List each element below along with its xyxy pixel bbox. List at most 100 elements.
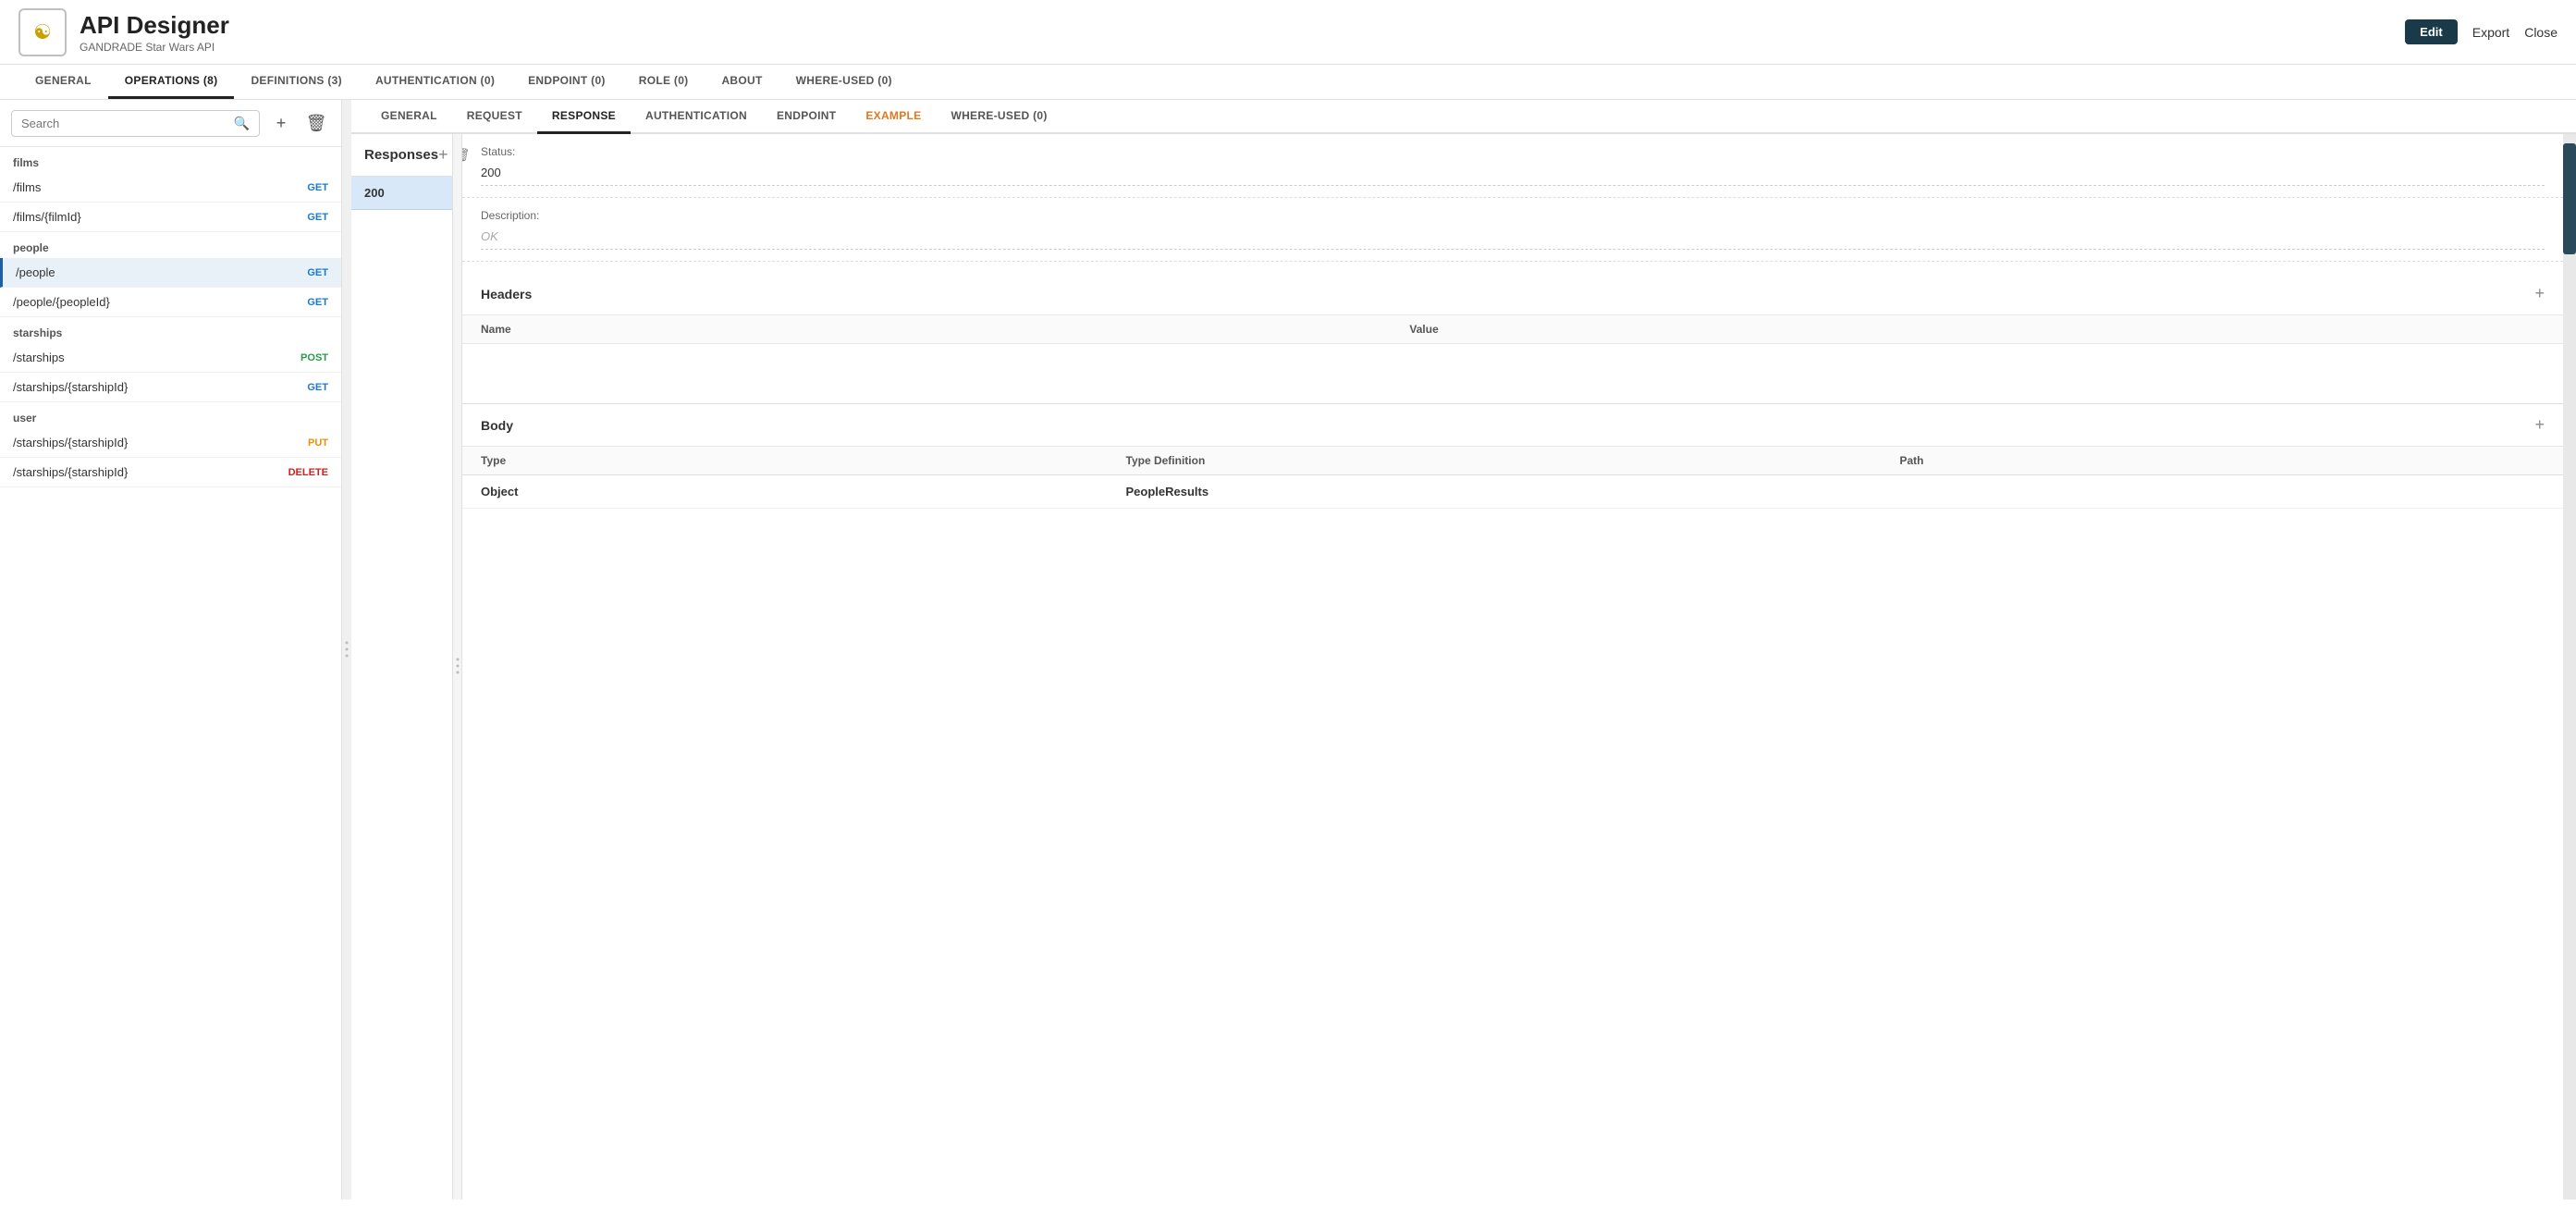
method-badge: GET (307, 182, 328, 193)
add-body-button[interactable]: + (2534, 415, 2545, 435)
responses-title: Responses (364, 147, 438, 163)
response-code-item[interactable]: 200 (351, 177, 452, 210)
close-button[interactable]: Close (2524, 25, 2558, 40)
operation-path: /starships/{starshipId} (13, 380, 128, 394)
horizontal-drag-handle[interactable] (453, 134, 462, 1200)
method-badge: POST (301, 352, 328, 363)
subtab-request[interactable]: REQUEST (452, 100, 537, 134)
response-detail-scroll: Status: 200 Description: OK Headers (462, 134, 2563, 1200)
app-title: API Designer (80, 11, 229, 40)
body-section: Body + Type Type Definition Path Object … (462, 403, 2563, 509)
tab-operations[interactable]: OPERATIONS (8) (108, 65, 235, 99)
subtab-where-used[interactable]: WHERE-USED (0) (936, 100, 1061, 134)
table-row: Object PeopleResults (462, 475, 2563, 509)
delete-operation-button[interactable]: 🗑 (302, 109, 330, 137)
operation-path: /people/{peopleId} (13, 295, 110, 309)
method-badge: GET (307, 267, 328, 278)
method-badge: PUT (308, 437, 328, 449)
method-badge: GET (307, 382, 328, 393)
body-col-typedef: Type Definition (1126, 454, 1397, 467)
headers-empty-area (462, 344, 2563, 400)
sidebar: 🔍 + 🗑 films /films GET /films/{filmId} G… (0, 100, 342, 1200)
add-response-button[interactable]: + (438, 145, 448, 165)
method-badge: GET (307, 212, 328, 223)
subtab-example[interactable]: EXAMPLE (851, 100, 936, 134)
body-table-header: Type Type Definition Path (462, 447, 2563, 475)
top-nav: GENERAL OPERATIONS (8) DEFINITIONS (3) A… (0, 65, 2576, 100)
operation-path: /people (16, 265, 55, 279)
method-badge: DELETE (288, 467, 328, 478)
sidebar-toolbar: 🔍 + 🗑 (0, 100, 341, 147)
group-label-starships: starships (0, 317, 341, 343)
description-field: Description: OK (462, 198, 2563, 262)
tab-authentication[interactable]: AUTHENTICATION (0) (359, 65, 511, 99)
headers-title: Headers (481, 287, 532, 302)
body-section-header: Body + (462, 404, 2563, 447)
header-col-value: Value (1409, 323, 2545, 336)
list-item[interactable]: /starships/{starshipId} PUT (0, 428, 341, 458)
app-logo: ☯ (18, 8, 67, 56)
description-label: Description: (481, 209, 2545, 222)
response-codes-panel: Responses + 🗑 200 (351, 134, 453, 1200)
header-left: ☯ API Designer GANDRADE Star Wars API (18, 8, 229, 56)
sub-tabs: GENERAL REQUEST RESPONSE AUTHENTICATION … (351, 100, 2576, 134)
search-wrapper: 🔍 (11, 110, 260, 137)
response-detail-panel: Status: 200 Description: OK Headers (462, 134, 2576, 1200)
list-item[interactable]: /films GET (0, 173, 341, 203)
method-badge: GET (307, 297, 328, 308)
body-title: Body (481, 418, 513, 433)
scrollbar-thumb[interactable] (2563, 143, 2576, 254)
subtab-authentication[interactable]: AUTHENTICATION (631, 100, 762, 134)
headers-table-header: Name Value (462, 315, 2563, 344)
list-item[interactable]: /people GET (0, 258, 341, 288)
group-label-films: films (0, 147, 341, 173)
status-field: Status: 200 (462, 134, 2563, 198)
tab-general[interactable]: GENERAL (18, 65, 108, 99)
group-label-user: user (0, 402, 341, 428)
content-area: GENERAL REQUEST RESPONSE AUTHENTICATION … (351, 100, 2576, 1200)
app-subtitle: GANDRADE Star Wars API (80, 41, 229, 54)
status-label: Status: (481, 145, 2545, 158)
header-right: Edit Export Close (2405, 19, 2558, 44)
header-col-name: Name (481, 323, 1409, 336)
list-item[interactable]: /people/{peopleId} GET (0, 288, 341, 317)
headers-section: Headers + Name Value (462, 273, 2563, 400)
body-row-typedef: PeopleResults (1126, 485, 1397, 498)
tab-endpoint[interactable]: ENDPOINT (0) (511, 65, 622, 99)
description-value: OK (481, 226, 2545, 250)
group-label-people: people (0, 232, 341, 258)
body-row-path (1900, 485, 2126, 498)
list-item[interactable]: /starships POST (0, 343, 341, 373)
operation-path: /starships/{starshipId} (13, 436, 128, 449)
tab-role[interactable]: ROLE (0) (622, 65, 705, 99)
operation-path: /films/{filmId} (13, 210, 81, 224)
status-value: 200 (481, 162, 2545, 186)
subtab-general[interactable]: GENERAL (366, 100, 452, 134)
subtab-response[interactable]: RESPONSE (537, 100, 631, 134)
tab-definitions[interactable]: DEFINITIONS (3) (234, 65, 359, 99)
export-button[interactable]: Export (2472, 25, 2509, 40)
body-row-type: Object (481, 485, 674, 498)
search-input[interactable] (21, 117, 230, 130)
headers-section-header: Headers + (462, 273, 2563, 315)
list-item[interactable]: /films/{filmId} GET (0, 203, 341, 232)
panel-drag-area (453, 134, 462, 1200)
edit-button[interactable]: Edit (2405, 19, 2458, 44)
logo-icon: ☯ (33, 20, 52, 44)
subtab-endpoint[interactable]: ENDPOINT (762, 100, 851, 134)
tab-about[interactable]: ABOUT (705, 65, 779, 99)
vertical-drag-handle[interactable] (342, 100, 351, 1200)
body-col-path: Path (1900, 454, 2126, 467)
list-item[interactable]: /starships/{starshipId} DELETE (0, 458, 341, 487)
sidebar-list: films /films GET /films/{filmId} GET peo… (0, 147, 341, 1200)
scrollbar-track (2563, 134, 2576, 1200)
body-col-type: Type (481, 454, 674, 467)
app-title-block: API Designer GANDRADE Star Wars API (80, 11, 229, 54)
add-operation-button[interactable]: + (267, 109, 295, 137)
app-header: ☯ API Designer GANDRADE Star Wars API Ed… (0, 0, 2576, 65)
operation-path: /starships (13, 351, 65, 364)
add-header-button[interactable]: + (2534, 284, 2545, 303)
tab-where-used[interactable]: WHERE-USED (0) (779, 65, 909, 99)
list-item[interactable]: /starships/{starshipId} GET (0, 373, 341, 402)
response-content: Responses + 🗑 200 S (351, 134, 2576, 1200)
